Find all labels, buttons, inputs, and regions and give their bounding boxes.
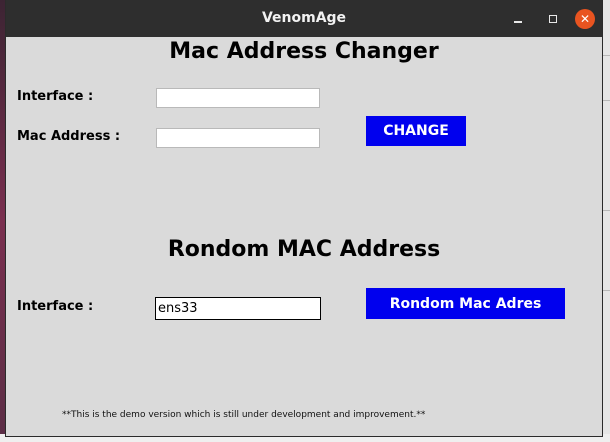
close-icon: ✕ (579, 12, 591, 26)
main-content: Mac Address Changer Interface : Mac Addr… (6, 37, 602, 436)
demo-version-note: **This is the demo version which is stil… (62, 410, 426, 420)
maximize-button[interactable] (543, 9, 563, 29)
app-window: VenomAge ✕ Mac Address Changer Interface… (6, 0, 602, 436)
interface-label: Interface : (17, 89, 94, 104)
mac-address-input[interactable] (156, 128, 320, 148)
mac-changer-heading: Mac Address Changer (169, 39, 439, 64)
change-button[interactable]: CHANGE (366, 116, 466, 146)
random-interface-input[interactable] (155, 297, 321, 320)
random-mac-heading: Rondom MAC Address (167, 237, 441, 262)
maximize-icon (549, 15, 557, 23)
divider (602, 55, 610, 56)
divider (602, 100, 610, 101)
background-window-edge (602, 0, 610, 442)
divider (602, 290, 610, 291)
close-button[interactable]: ✕ (575, 9, 595, 29)
title-bar[interactable]: VenomAge ✕ (6, 0, 602, 37)
random-mac-button[interactable]: Rondom Mac Adres (366, 288, 565, 319)
mac-address-label: Mac Address : (17, 129, 121, 144)
divider (602, 210, 610, 211)
minimize-button[interactable] (508, 9, 528, 29)
random-interface-label: Interface : (17, 299, 94, 314)
minimize-icon (514, 21, 522, 23)
interface-input[interactable] (156, 88, 320, 108)
